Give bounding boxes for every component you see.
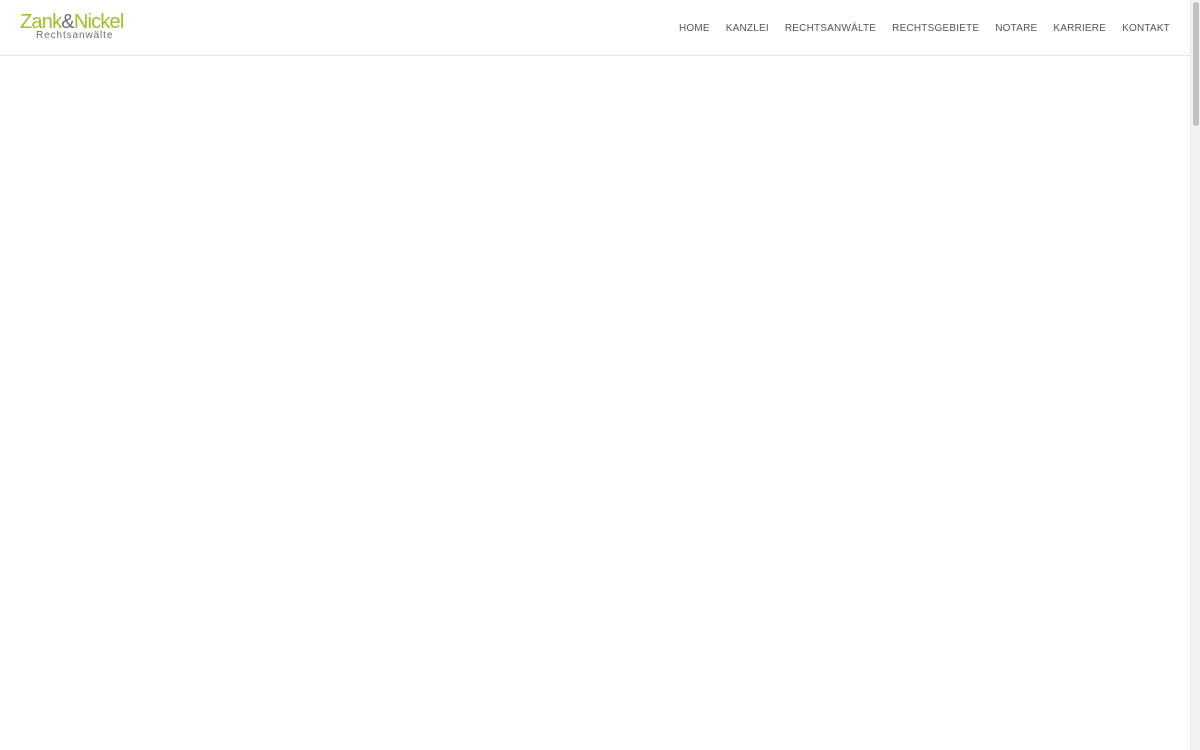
main-navigation: HOME KANZLEI RECHTSANWÄLTE RECHTSGEBIETE… bbox=[679, 0, 1170, 56]
nav-item-rechtsanwaelte[interactable]: RECHTSANWÄLTE bbox=[785, 23, 876, 34]
nav-item-karriere[interactable]: KARRIERE bbox=[1053, 23, 1106, 34]
site-header: Zank&Nickel Rechtsanwälte HOME KANZLEI R… bbox=[0, 0, 1190, 56]
site-logo[interactable]: Zank&Nickel Rechtsanwälte bbox=[20, 12, 124, 42]
nav-item-notare[interactable]: NOTARE bbox=[995, 23, 1037, 34]
nav-item-rechtsgebiete[interactable]: RECHTSGEBIETE bbox=[892, 23, 979, 34]
main-content bbox=[0, 57, 1190, 750]
nav-item-kontakt[interactable]: KONTAKT bbox=[1122, 23, 1170, 34]
nav-item-kanzlei[interactable]: KANZLEI bbox=[726, 23, 769, 34]
nav-item-home[interactable]: HOME bbox=[679, 23, 710, 34]
vertical-scrollbar[interactable] bbox=[1190, 0, 1200, 750]
logo-wordmark: Zank&Nickel bbox=[20, 12, 124, 32]
logo-subtitle: Rechtsanwälte bbox=[36, 30, 114, 41]
page: Zank&Nickel Rechtsanwälte HOME KANZLEI R… bbox=[0, 0, 1200, 750]
scrollbar-thumb[interactable] bbox=[1193, 2, 1199, 126]
